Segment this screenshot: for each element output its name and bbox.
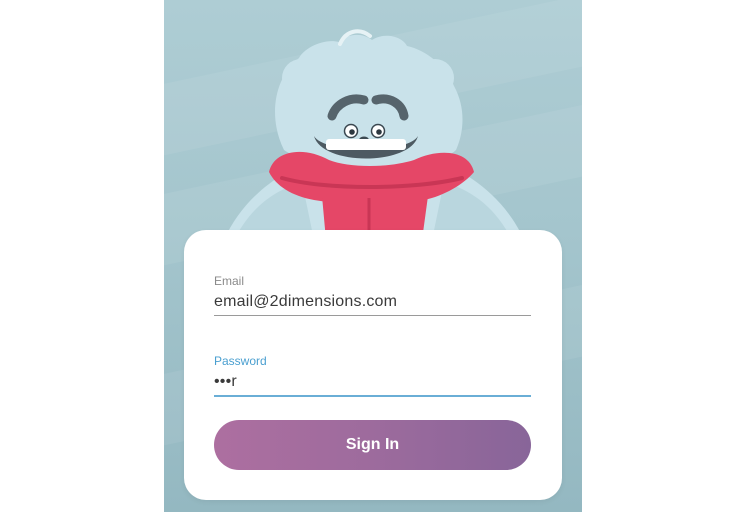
email-input[interactable]: email@2dimensions.com <box>214 291 531 313</box>
email-field[interactable]: Email email@2dimensions.com <box>214 274 531 316</box>
email-underline <box>214 315 531 316</box>
teddy-bear-icon <box>224 29 524 240</box>
email-label: Email <box>214 274 245 288</box>
login-card: Email email@2dimensions.com Password •••… <box>184 230 562 500</box>
password-input[interactable]: •••r <box>214 371 531 393</box>
sign-in-button[interactable]: Sign In <box>214 420 531 470</box>
password-label: Password <box>214 354 267 368</box>
password-underline <box>214 395 531 397</box>
login-screen: Email email@2dimensions.com Password •••… <box>164 0 582 512</box>
password-field[interactable]: Password •••r <box>214 354 531 397</box>
